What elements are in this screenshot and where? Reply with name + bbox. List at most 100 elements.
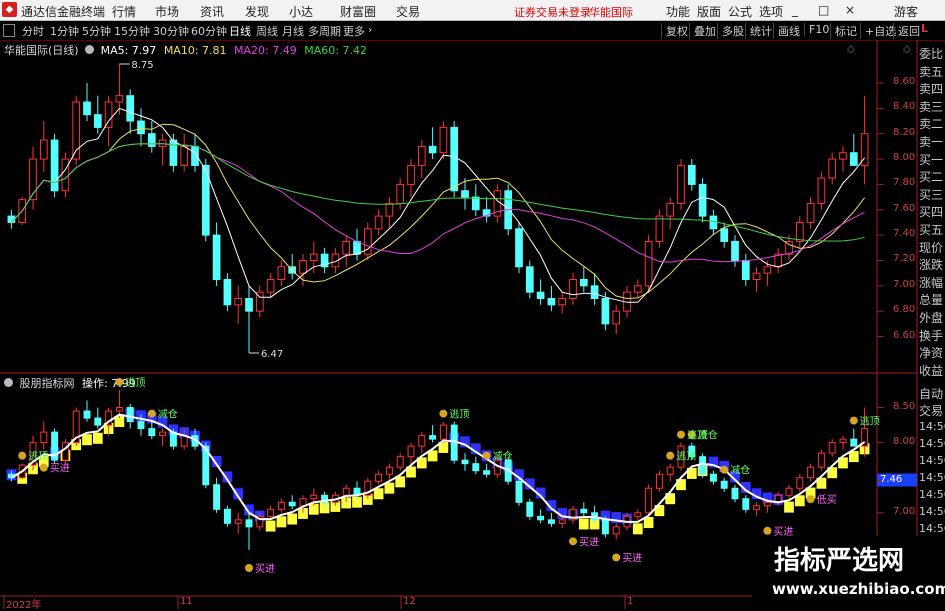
menu-gongneng[interactable]: 功能	[666, 3, 690, 20]
annotation-coin-icon	[806, 495, 815, 504]
period-toolbar: 分时 1分钟 5分钟 15分钟 30分钟 60分钟 日线 周线 月线 多周期 更…	[0, 21, 945, 41]
sub-candle-body	[439, 424, 447, 440]
btn-tongji[interactable]: 统计	[745, 23, 772, 39]
menu-faxian[interactable]: 发现	[245, 3, 269, 20]
trend-block	[276, 516, 287, 528]
period-more[interactable]: 更多	[343, 23, 365, 39]
watermark-title: 指标严选网	[774, 546, 905, 576]
menu-hangqing[interactable]: 行情	[112, 3, 136, 20]
annotation-coin-icon	[482, 451, 491, 460]
period-weekly[interactable]: 周线	[256, 23, 278, 39]
sub-candle-body	[601, 519, 609, 535]
period-5min[interactable]: 5分钟	[82, 23, 111, 39]
annotation-label: 逃顶	[676, 450, 696, 463]
trend-block	[784, 501, 794, 513]
login-warning[interactable]: 证券交易未登录	[514, 4, 591, 20]
kline-chart[interactable]: 8.756.47逃顶逃顶买进逃顶减仓买进逃顶减仓买进买进减仓逃顶减仓逃顶买进低买	[0, 40, 945, 609]
candle-body	[666, 202, 675, 217]
candle-body	[806, 202, 815, 223]
date-label: 1	[627, 596, 634, 607]
candle-body	[601, 297, 610, 325]
sub-candle-body	[666, 466, 674, 475]
menu-caifuquan[interactable]: 财富圈	[340, 3, 376, 20]
price-tick-label: 8.20	[893, 126, 916, 138]
candle-body	[450, 126, 459, 192]
sub-candle-body	[385, 466, 393, 475]
menu-xuanxiang[interactable]: 选项	[759, 3, 783, 20]
btn-huaxian[interactable]: 画线	[773, 23, 800, 39]
period-15min[interactable]: 15分钟	[114, 23, 150, 39]
sub-candle-body	[148, 428, 156, 437]
menu-xiaoda[interactable]: 小达	[289, 3, 313, 20]
candle-body	[309, 253, 318, 261]
time-tick-label: 14:56	[919, 488, 945, 501]
panel-toggle-icon[interactable]	[3, 24, 15, 37]
annotation-label: 逃顶	[687, 429, 707, 442]
sub-candle-body	[483, 470, 491, 475]
sub-candle-body	[580, 508, 588, 514]
period-1min[interactable]: 1分钟	[50, 23, 79, 39]
time-tick-label: 14:56	[919, 471, 945, 484]
candle-body	[212, 234, 221, 280]
period-multi[interactable]: 多周期	[308, 23, 341, 39]
candle-body	[677, 164, 685, 204]
candle-body	[245, 297, 253, 312]
sub-candle-body	[796, 477, 804, 489]
sub-price-tick-label: 8.50	[893, 400, 916, 412]
btn-diejia[interactable]: 叠加	[689, 23, 716, 39]
menu-zixun[interactable]: 资讯	[200, 3, 224, 20]
guest-label[interactable]: 游客	[894, 3, 918, 20]
sub-candle-body	[709, 473, 717, 482]
watermark: 指标严选网 www.xuezhibiao.com	[752, 536, 945, 609]
menu-banmian[interactable]: 版面	[697, 3, 721, 20]
trend-block	[384, 482, 395, 494]
btn-f10[interactable]: F10	[804, 23, 829, 36]
time-tick-label: 14:56	[919, 454, 945, 467]
quote-field-label: 净资	[919, 346, 944, 361]
maximize-button[interactable]: □	[818, 3, 829, 17]
candle-body	[83, 101, 91, 116]
minimize-button[interactable]: _	[792, 3, 798, 17]
candle-body	[558, 297, 567, 306]
sub-candle-body	[763, 501, 771, 507]
btn-add-watch[interactable]: +自选	[860, 23, 896, 39]
quote-field-label: 涨跌	[919, 258, 944, 273]
period-daily[interactable]: 日线	[229, 23, 251, 39]
sub-candle-body	[612, 526, 620, 535]
close-button[interactable]: ×	[845, 3, 855, 17]
candle-body	[590, 285, 599, 299]
quote-field-label: 委比	[919, 47, 944, 61]
annotation-coin-icon	[18, 451, 27, 460]
btn-fuquan[interactable]: 复权	[661, 23, 688, 39]
period-60min[interactable]: 60分钟	[191, 23, 227, 39]
annotation-coin-icon	[666, 451, 675, 460]
quote-field-label: 买三	[919, 187, 944, 202]
btn-back[interactable]: 返回	[893, 23, 920, 39]
candle-body	[137, 120, 145, 135]
candle-body	[147, 133, 156, 147]
menu-shichang[interactable]: 市场	[155, 3, 179, 20]
annotation-label: 买进	[579, 536, 599, 548]
menu-gongshi[interactable]: 公式	[728, 3, 752, 20]
trend-block	[265, 520, 276, 532]
price-tick-label: 7.20	[893, 253, 916, 265]
candle-body	[115, 95, 124, 103]
period-30min[interactable]: 30分钟	[153, 23, 189, 39]
sub-candle-body	[655, 473, 663, 489]
sub-candle-body	[40, 431, 48, 444]
time-tick-label: 14:56	[919, 505, 945, 518]
annotation-label: 买进	[622, 552, 642, 564]
btn-duogu[interactable]: 多股	[717, 23, 744, 39]
menu-jiaoyi[interactable]: 交易	[396, 3, 420, 20]
price-tick-label: 7.40	[893, 228, 916, 240]
candle-body	[525, 266, 534, 293]
btn-biaoji[interactable]: 标记	[830, 23, 857, 39]
period-monthly[interactable]: 月线	[282, 23, 304, 39]
sub-candle-body	[558, 519, 566, 524]
sub-candle-body	[537, 515, 545, 521]
candle-body	[709, 215, 718, 230]
more-chevron-icon[interactable]: ›	[368, 23, 372, 36]
period-fenshi[interactable]: 分时	[22, 23, 44, 39]
sub-candle-body	[277, 501, 285, 510]
quote-field-label: 卖四	[919, 82, 944, 97]
